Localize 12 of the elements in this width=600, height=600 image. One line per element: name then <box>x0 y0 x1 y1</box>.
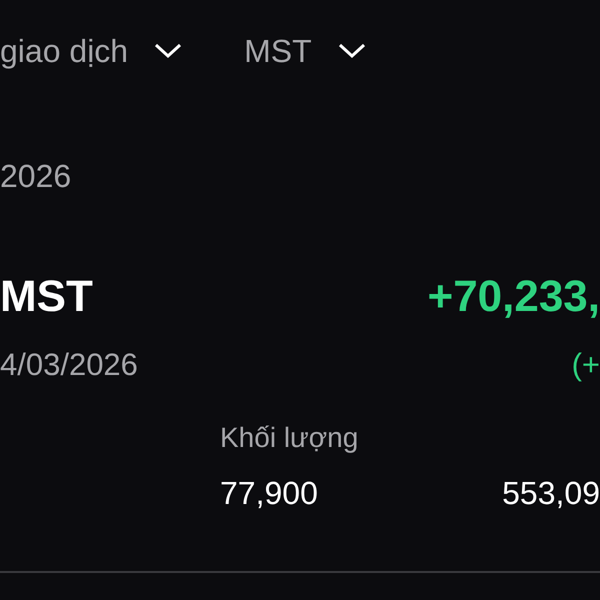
stock-symbol: MST <box>0 275 93 319</box>
trade-date: 4/03/2026 <box>0 349 138 380</box>
chevron-down-icon <box>338 43 366 59</box>
stat-value: 77,900 <box>220 477 318 509</box>
chevron-down-icon <box>154 43 182 59</box>
volume-label: Khối lượng <box>220 422 358 453</box>
profit-amount: +70,233, <box>428 275 600 319</box>
stat-value: 553,09 <box>502 477 600 509</box>
date-text: 2026 <box>0 158 72 194</box>
profit-percent: (+ <box>572 349 600 380</box>
filter-dropdown[interactable]: giao dịch <box>0 35 182 67</box>
filter-dropdown[interactable]: MST <box>244 35 366 67</box>
